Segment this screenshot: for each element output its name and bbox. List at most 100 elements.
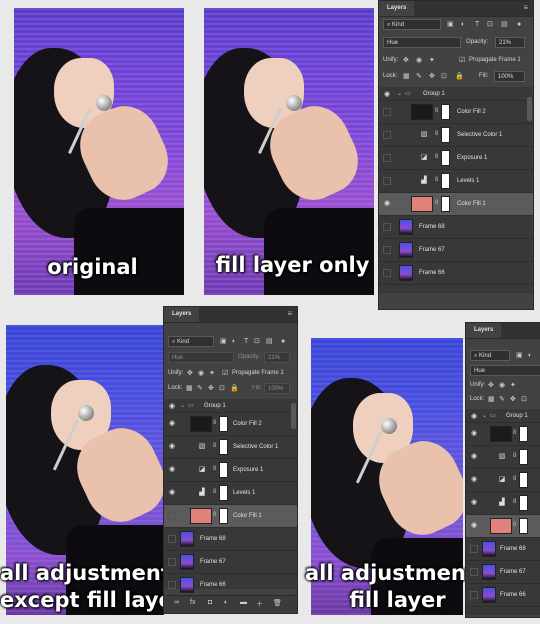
- blend-mode-select[interactable]: Hue: [383, 37, 461, 48]
- visibility-toggle[interactable]: [168, 512, 176, 520]
- layer-row-selected[interactable]: 8 Color Fill 1: [164, 505, 297, 528]
- eye-icon[interactable]: ◉: [384, 199, 390, 207]
- eye-icon[interactable]: ◉: [169, 488, 175, 496]
- frame-row[interactable]: Frame 66: [379, 262, 533, 285]
- link-layers-icon[interactable]: ∞: [174, 599, 179, 606]
- lock-move-icon[interactable]: ✥: [429, 71, 435, 82]
- kind-filter[interactable]: ⌕ Kind: [168, 336, 214, 347]
- frame-row[interactable]: Frame 66: [466, 584, 540, 607]
- eye-icon[interactable]: ◉: [169, 419, 175, 427]
- filter-pixel-icon[interactable]: ▣: [516, 350, 523, 361]
- unify-position-icon[interactable]: ✥: [403, 55, 409, 66]
- frame-row[interactable]: Frame 67: [164, 551, 297, 574]
- lock-artboard-icon[interactable]: ⊡: [441, 71, 447, 82]
- filter-pixel-icon[interactable]: ▣: [220, 336, 227, 347]
- new-layer-icon[interactable]: ＋: [256, 599, 263, 609]
- layer-row[interactable]: ◉ ▧ 8 Selective Color 1: [164, 436, 297, 459]
- kind-filter[interactable]: ⌕ Kind: [383, 19, 441, 30]
- layer-row[interactable]: ◉ 8 Color Fill 2: [164, 413, 297, 436]
- layers-tab[interactable]: Layers: [466, 323, 502, 338]
- frame-row[interactable]: Frame 67: [379, 239, 533, 262]
- filter-adjust-icon[interactable]: ◐: [232, 336, 236, 347]
- filter-smart-icon[interactable]: ▤: [266, 336, 273, 347]
- layer-row[interactable]: ◉ ◪ 8: [466, 469, 540, 492]
- fx-icon[interactable]: fx: [190, 599, 195, 606]
- blend-mode-select[interactable]: Hue: [168, 352, 234, 363]
- kind-filter[interactable]: ⌕ Kind: [470, 350, 510, 361]
- unify-position-icon[interactable]: ✥: [488, 380, 494, 391]
- visibility-toggle[interactable]: [383, 131, 391, 139]
- filter-pixel-icon[interactable]: ▣: [447, 19, 454, 30]
- opacity-input[interactable]: 21%: [495, 37, 525, 48]
- chevron-down-icon[interactable]: ⌄: [482, 412, 487, 419]
- group-row[interactable]: ◉ ⌄ ▭ Group 1: [466, 409, 540, 423]
- lock-artboard-icon[interactable]: ⊡: [219, 383, 225, 394]
- opacity-input[interactable]: 21%: [264, 352, 290, 363]
- layer-row[interactable]: ◉ ◪ 8 Exposure 1: [164, 459, 297, 482]
- layer-row[interactable]: ◉ ▧ 8: [466, 446, 540, 469]
- frame-row[interactable]: Frame 66: [164, 574, 297, 597]
- visibility-toggle[interactable]: [168, 558, 176, 566]
- eye-icon[interactable]: ◉: [471, 429, 477, 437]
- unify-style-icon[interactable]: ✦: [429, 55, 435, 66]
- unify-visibility-icon[interactable]: ◉: [198, 368, 204, 379]
- visibility-toggle[interactable]: [470, 591, 478, 599]
- blend-mode-select[interactable]: Hue: [470, 365, 540, 376]
- visibility-toggle[interactable]: [470, 568, 478, 576]
- filter-adjust-icon[interactable]: ◐: [461, 19, 465, 30]
- layer-row-selected[interactable]: ◉ 8: [466, 515, 540, 538]
- eye-icon[interactable]: ◉: [169, 442, 175, 450]
- layers-tab[interactable]: Layers: [164, 307, 200, 322]
- frame-row[interactable]: Frame 67: [466, 561, 540, 584]
- lock-all-icon[interactable]: 🔒: [230, 383, 239, 394]
- filter-toggle-icon[interactable]: ●: [281, 336, 285, 347]
- layer-row[interactable]: ▧ 8 Selective Color 1: [379, 124, 533, 147]
- unify-style-icon[interactable]: ✦: [510, 380, 516, 391]
- layer-row-selected[interactable]: ◉ 8 Color Fill 1: [379, 193, 533, 216]
- filter-type-icon[interactable]: T: [244, 336, 248, 347]
- layer-row[interactable]: ◉ ▟ 8: [466, 492, 540, 515]
- eye-icon[interactable]: ◉: [471, 498, 477, 506]
- lock-paint-icon[interactable]: ✎: [197, 383, 203, 394]
- fill-input[interactable]: 100%: [494, 71, 525, 82]
- eye-icon[interactable]: ◉: [471, 475, 477, 483]
- eye-icon[interactable]: ◉: [471, 521, 477, 529]
- fill-input[interactable]: 100%: [264, 383, 290, 394]
- layer-row[interactable]: ◉ 8: [466, 423, 540, 446]
- frame-row[interactable]: Frame 68: [164, 528, 297, 551]
- frame-row[interactable]: Frame 68: [466, 538, 540, 561]
- scrollbar[interactable]: [291, 403, 296, 429]
- lock-pixels-icon[interactable]: ▦: [403, 71, 410, 82]
- layer-row[interactable]: ▟ 8 Levels 1: [379, 170, 533, 193]
- group-row[interactable]: ◉ ⌄ ▭ Group 1: [379, 87, 533, 101]
- lock-paint-icon[interactable]: ✎: [416, 71, 422, 82]
- filter-shape-icon[interactable]: ⊡: [487, 19, 493, 30]
- eye-icon[interactable]: ◉: [384, 90, 390, 98]
- chevron-down-icon[interactable]: ⌄: [180, 402, 185, 409]
- visibility-toggle[interactable]: [383, 108, 391, 116]
- panel-menu-icon[interactable]: ≡: [523, 3, 528, 12]
- unify-visibility-icon[interactable]: ◉: [416, 55, 422, 66]
- new-group-icon[interactable]: ▬: [240, 599, 247, 606]
- scrollbar[interactable]: [527, 97, 532, 121]
- adjustment-layer-icon[interactable]: ◐: [224, 599, 228, 606]
- unify-style-icon[interactable]: ✦: [209, 368, 215, 379]
- layer-row[interactable]: 8 Color Fill 2: [379, 101, 533, 124]
- filter-smart-icon[interactable]: ▤: [501, 19, 508, 30]
- filter-adjust-icon[interactable]: ◐: [528, 350, 532, 361]
- unify-visibility-icon[interactable]: ◉: [499, 380, 505, 391]
- visibility-toggle[interactable]: [383, 246, 391, 254]
- eye-icon[interactable]: ◉: [169, 402, 175, 410]
- eye-icon[interactable]: ◉: [471, 452, 477, 460]
- unify-position-icon[interactable]: ✥: [187, 368, 193, 379]
- add-mask-icon[interactable]: ◘: [208, 599, 212, 606]
- group-row[interactable]: ◉ ⌄ ▭ Group 1: [164, 399, 297, 413]
- lock-pixels-icon[interactable]: ▦: [488, 394, 495, 405]
- visibility-toggle[interactable]: [168, 535, 176, 543]
- lock-move-icon[interactable]: ✥: [510, 394, 516, 405]
- eye-icon[interactable]: ◉: [169, 465, 175, 473]
- visibility-toggle[interactable]: [470, 545, 478, 553]
- layer-row[interactable]: ◪ 8 Exposure 1: [379, 147, 533, 170]
- visibility-toggle[interactable]: [168, 581, 176, 589]
- lock-all-icon[interactable]: 🔒: [455, 71, 464, 82]
